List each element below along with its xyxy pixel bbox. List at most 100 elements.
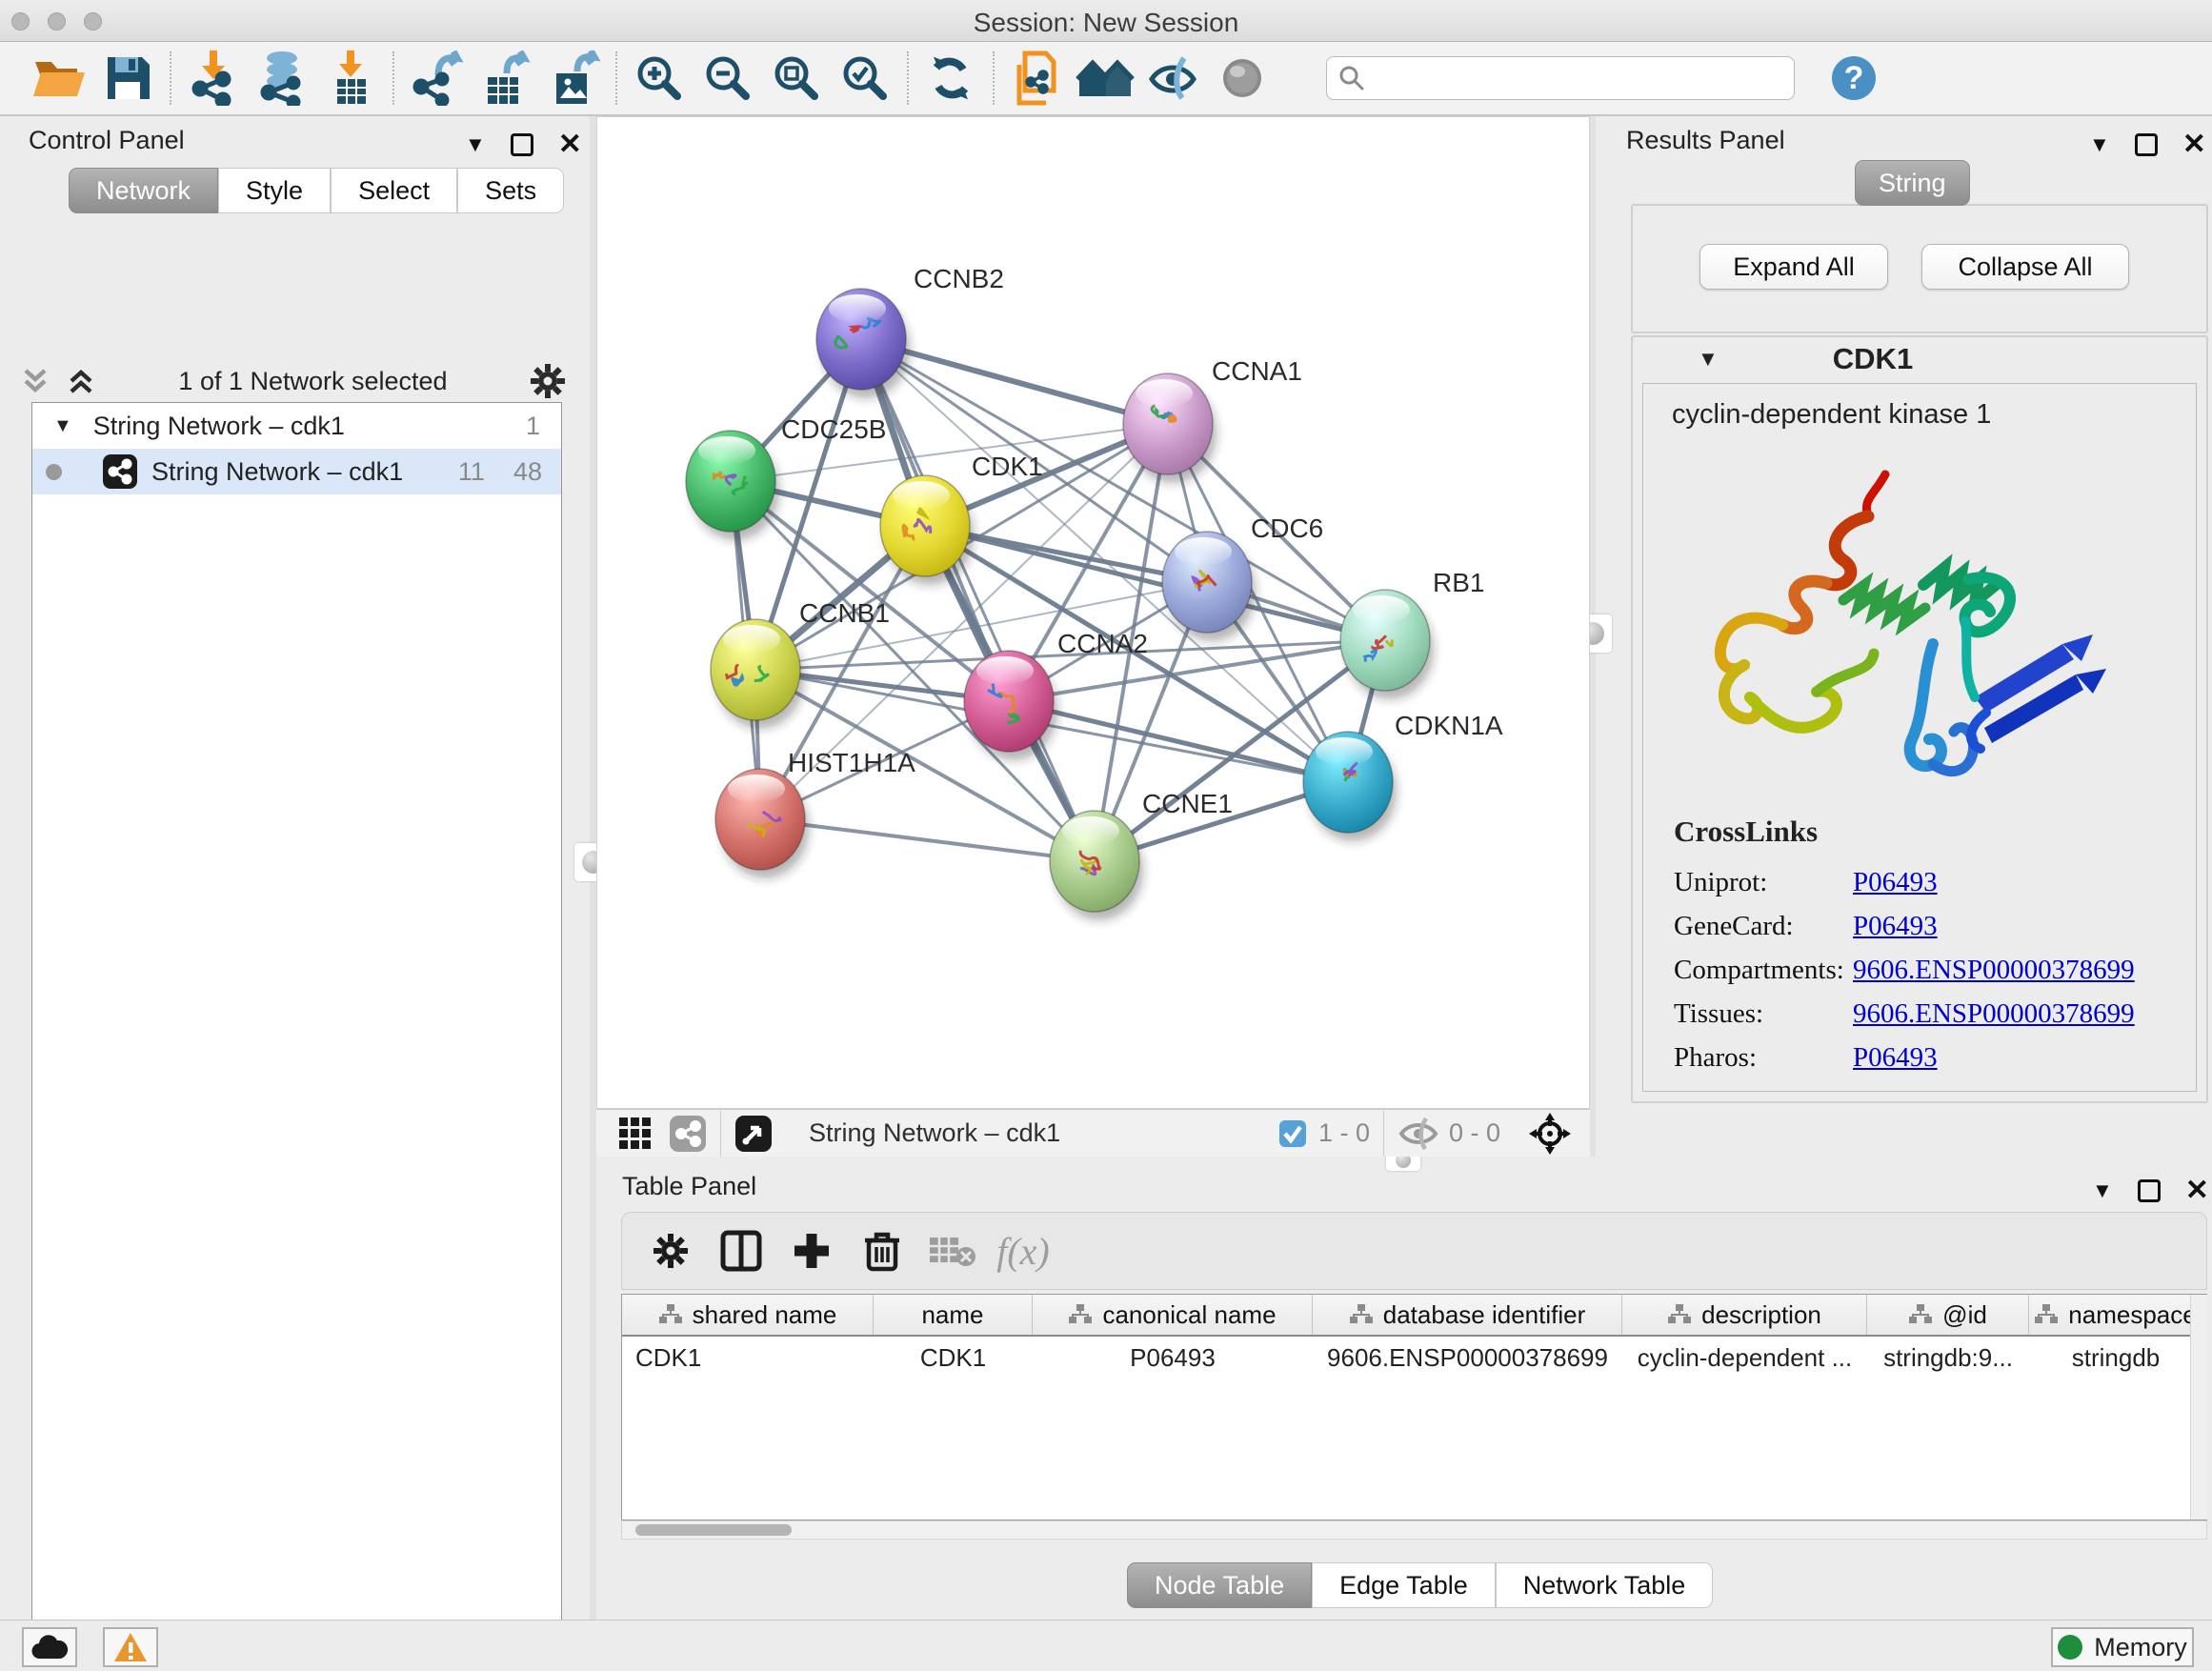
network-edge[interactable] <box>1009 701 1348 782</box>
table-options-button[interactable] <box>635 1218 706 1284</box>
panel-menu-icon[interactable]: ▼ <box>2089 132 2110 157</box>
delete-columns-button[interactable] <box>847 1218 917 1284</box>
import-network-from-database-button[interactable] <box>248 48 316 109</box>
export-network-button[interactable] <box>402 48 471 109</box>
clone-network-button[interactable] <box>1002 48 1071 109</box>
network-node-cdc25b[interactable] <box>686 431 779 540</box>
hierarchy-column-icon <box>2034 1303 2059 1326</box>
selected-checkbox-icon[interactable] <box>1278 1119 1307 1148</box>
network-edge[interactable] <box>760 819 1095 861</box>
table-row[interactable]: CDK1CDK1P064939606.ENSP00000378699cyclin… <box>622 1337 2206 1379</box>
result-entry-header[interactable]: ▼ CDK1 <box>1633 337 2206 381</box>
table-cell[interactable]: CDK1 <box>874 1337 1033 1379</box>
column-header-canonical-name[interactable]: canonical name <box>1033 1295 1313 1335</box>
first-neighbors-button[interactable] <box>1071 48 1139 109</box>
tab-style[interactable]: Style <box>218 168 331 213</box>
column-header-database-identifier[interactable]: database identifier <box>1313 1295 1622 1335</box>
birds-eye-view-icon[interactable] <box>734 1115 773 1153</box>
zoom-fit-button[interactable] <box>762 48 831 109</box>
network-badge-icon[interactable] <box>669 1115 707 1153</box>
zoom-selected-icon <box>839 52 891 104</box>
memory-button[interactable]: Memory <box>2051 1627 2194 1667</box>
crosslink-link[interactable]: 9606.ENSP00000378699 <box>1853 998 2135 1029</box>
panel-float-icon[interactable] <box>511 133 533 156</box>
column-header--id[interactable]: @id <box>1867 1295 2029 1335</box>
result-entry-body: cyclin-dependent kinase 1 <box>1642 383 2197 1092</box>
table-cell[interactable]: stringdb <box>2029 1337 2202 1379</box>
panel-menu-icon[interactable]: ▼ <box>465 132 486 157</box>
crosslink-link[interactable]: P06493 <box>1853 1042 1938 1073</box>
warning-status-button[interactable] <box>103 1627 158 1667</box>
help-button[interactable]: ? <box>1820 48 1888 109</box>
network-node-rb1[interactable] <box>1340 590 1434 699</box>
grid-view-icon[interactable] <box>617 1116 654 1152</box>
show-all-button[interactable] <box>1208 48 1277 109</box>
network-node-ccne1[interactable] <box>1050 811 1143 920</box>
zoom-selected-button[interactable] <box>831 48 899 109</box>
panel-close-icon[interactable]: ✕ <box>2185 1174 2209 1207</box>
tab-network[interactable]: Network <box>69 168 218 213</box>
column-header-name[interactable]: name <box>874 1295 1033 1335</box>
show-columns-button[interactable] <box>706 1218 776 1284</box>
tab-string[interactable]: String <box>1855 160 1970 206</box>
import-network-button[interactable] <box>179 48 248 109</box>
open-session-button[interactable] <box>25 48 93 109</box>
panel-float-icon[interactable] <box>2138 1179 2161 1202</box>
column-header-description[interactable]: description <box>1622 1295 1867 1335</box>
column-header-namespace[interactable]: namespace <box>2029 1295 2202 1335</box>
create-column-button[interactable] <box>776 1218 847 1284</box>
entry-collapse-icon[interactable]: ▼ <box>1698 347 1719 372</box>
table-cell[interactable]: 9606.ENSP00000378699 <box>1313 1337 1622 1379</box>
table-cell[interactable]: CDK1 <box>622 1337 874 1379</box>
fit-content-crosshair-icon[interactable] <box>1525 1112 1575 1156</box>
crosslink-link[interactable]: P06493 <box>1853 867 1938 897</box>
cloud-status-button[interactable] <box>22 1627 77 1667</box>
hidden-eye-slash-icon[interactable] <box>1398 1117 1439 1150</box>
export-table-button[interactable] <box>471 48 539 109</box>
table-cell[interactable]: cyclin-dependent ... <box>1622 1337 1867 1379</box>
table-horizontal-scrollbar[interactable] <box>621 1520 2207 1540</box>
table-cell[interactable]: P06493 <box>1033 1337 1313 1379</box>
network-tree-collection-row[interactable]: ▼ String Network – cdk1 1 <box>32 403 561 449</box>
gear-icon[interactable] <box>529 362 567 400</box>
export-image-icon <box>547 50 600 106</box>
delete-table-button[interactable] <box>917 1218 988 1284</box>
tab-edge-table[interactable]: Edge Table <box>1312 1562 1496 1608</box>
column-header-shared-name[interactable]: shared name <box>622 1295 874 1335</box>
panel-menu-icon[interactable]: ▼ <box>2092 1178 2113 1203</box>
save-session-button[interactable] <box>93 48 162 109</box>
refresh-button[interactable] <box>916 48 985 109</box>
network-node-ccna1[interactable] <box>1123 373 1217 483</box>
zoom-in-button[interactable] <box>625 48 694 109</box>
table-cell[interactable]: stringdb:9... <box>1867 1337 2029 1379</box>
panel-close-icon[interactable]: ✕ <box>2182 128 2206 161</box>
expand-all-button[interactable]: Expand All <box>1699 244 1888 290</box>
hide-selected-button[interactable] <box>1139 48 1208 109</box>
tab-select[interactable]: Select <box>331 168 457 213</box>
tab-sets[interactable]: Sets <box>457 168 564 213</box>
search-input[interactable] <box>1365 64 1765 93</box>
tab-node-table[interactable]: Node Table <box>1127 1562 1312 1608</box>
crosslink-link[interactable]: 9606.ENSP00000378699 <box>1853 955 2135 985</box>
zoom-out-button[interactable] <box>694 48 762 109</box>
table-vertical-scrollbar[interactable] <box>2190 1295 2207 1520</box>
panel-close-icon[interactable]: ✕ <box>558 128 582 161</box>
collapse-all-button[interactable]: Collapse All <box>1921 244 2129 290</box>
panel-float-icon[interactable] <box>2135 133 2158 156</box>
network-node-ccna2[interactable] <box>964 651 1057 760</box>
function-builder-button[interactable]: f(x) <box>988 1218 1058 1284</box>
tab-network-table[interactable]: Network Table <box>1496 1562 1714 1608</box>
import-table-button[interactable] <box>316 48 385 109</box>
network-node-cdk1[interactable] <box>880 475 974 585</box>
network-edge[interactable] <box>861 339 1095 861</box>
network-node-cdkn1a[interactable] <box>1303 732 1397 841</box>
crosslink-link[interactable]: P06493 <box>1853 911 1938 941</box>
network-canvas[interactable]: CCNB2CCNA1CDC25BCDK1CDC6RB1CCNB1CCNA2CDK… <box>596 116 1590 1109</box>
network-node-ccnb2[interactable] <box>816 289 910 398</box>
expand-all-icon[interactable] <box>65 365 97 397</box>
network-node-ccnb1[interactable] <box>711 619 804 729</box>
export-image-button[interactable] <box>539 48 608 109</box>
tree-expand-icon[interactable]: ▼ <box>53 415 72 437</box>
collapse-all-icon[interactable] <box>19 365 51 397</box>
network-tree-item-row[interactable]: String Network – cdk1 11 48 <box>32 449 561 494</box>
